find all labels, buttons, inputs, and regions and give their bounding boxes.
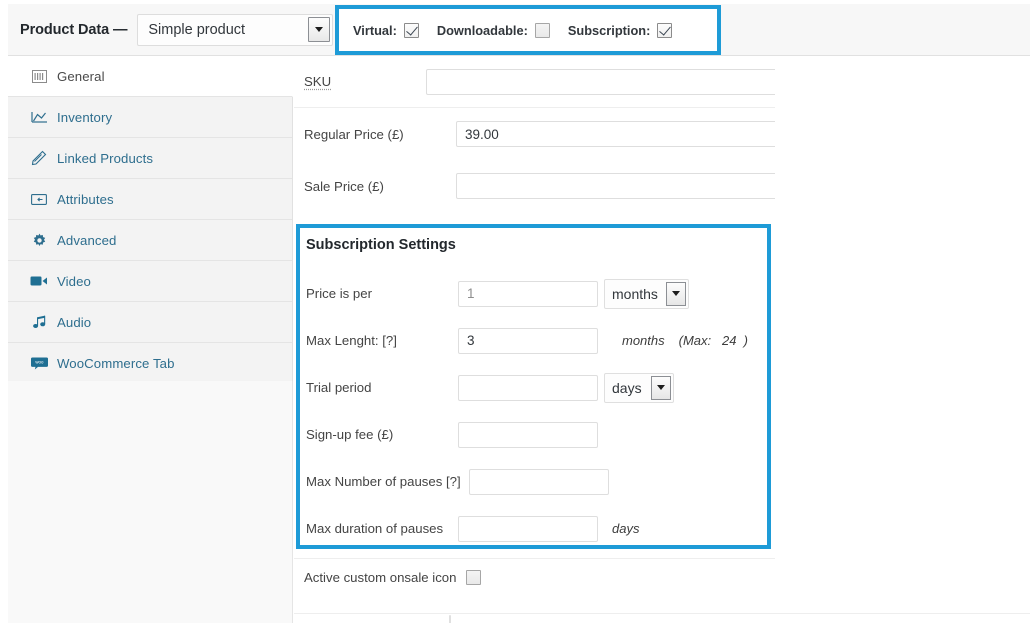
chevron-down-icon[interactable] — [665, 281, 686, 306]
svg-text:woo: woo — [35, 359, 44, 364]
sale-price-label: Sale Price (£) — [304, 178, 384, 194]
price-is-per-input[interactable] — [458, 280, 598, 307]
product-type-select[interactable]: Simple product — [137, 13, 334, 46]
music-note-icon — [30, 313, 48, 331]
sidebar-item-audio[interactable]: Audio — [8, 302, 292, 343]
sidebar-item-general-label: General — [57, 68, 105, 84]
product-type-select-value[interactable]: Simple product — [137, 13, 334, 46]
sidebar-item-video[interactable]: Video — [8, 261, 292, 302]
chevron-down-icon[interactable] — [308, 16, 331, 42]
max-length-row: Max Lenght: [?] months (Max: 24 ) — [300, 317, 767, 364]
page-title: Product Data — — [20, 21, 128, 38]
max-number-of-pauses-row: Max Number of pauses [?] — [300, 458, 767, 505]
price-is-per-unit-select[interactable]: months — [604, 278, 689, 309]
sidebar-item-advanced-label: Advanced — [57, 232, 117, 248]
sidebar-item-woocommerce-tab[interactable]: woo WooCommerce Tab — [8, 343, 292, 384]
sidebar-item-video-label: Video — [57, 273, 91, 289]
price-is-per-unit-value: months — [612, 285, 658, 302]
max-number-of-pauses-input[interactable] — [468, 468, 609, 495]
max-duration-of-pauses-input[interactable] — [458, 515, 598, 542]
trial-period-unit-select[interactable]: days — [604, 372, 674, 403]
max-length-max-note: (Max: 24 ) — [678, 333, 748, 348]
max-length-label: Max Lenght: [?] — [306, 333, 397, 348]
flag-subscription-label: Subscription: — [567, 22, 651, 38]
product-flags-highlight: Virtual: Downloadable: Subscription: — [335, 5, 721, 55]
max-duration-of-pauses-row: Max duration of pauses days — [300, 505, 767, 552]
signup-fee-label: Sign-up fee (£) — [306, 427, 394, 442]
price-is-per-row: Price is per months — [300, 270, 767, 317]
sidebar-filler — [8, 381, 293, 623]
trial-period-unit-value: days — [612, 379, 642, 396]
max-number-of-pauses-label: Max Number of pauses [?] — [306, 474, 461, 489]
product-data-panel: Product Data — Simple product Virtual: D… — [0, 0, 1030, 623]
bottom-divider — [294, 613, 1030, 614]
trial-period-label: Trial period — [306, 380, 372, 395]
active-custom-onsale-icon-checkbox[interactable] — [466, 570, 482, 585]
signup-fee-input[interactable] — [458, 421, 598, 448]
regular-price-label: Regular Price (£) — [304, 126, 404, 142]
sidebar-item-attributes[interactable]: Attributes — [8, 179, 292, 220]
active-custom-onsale-icon-label: Active custom onsale icon — [304, 570, 457, 585]
sidebar-item-advanced[interactable]: Advanced — [8, 220, 292, 261]
subscription-settings-highlight: Subscription Settings Price is per month… — [296, 224, 771, 549]
price-is-per-label: Price is per — [306, 286, 372, 301]
caret-shape — [315, 26, 324, 32]
sidebar-item-linked-products-label: Linked Products — [57, 150, 154, 166]
caret-shape — [671, 291, 680, 296]
sidebar-item-inventory-label: Inventory — [57, 109, 113, 125]
flag-virtual-label: Virtual: — [353, 22, 397, 38]
flag-subscription[interactable]: Subscription: — [567, 22, 673, 38]
signup-fee-row: Sign-up fee (£) — [300, 411, 767, 458]
virtual-checkbox[interactable] — [403, 22, 419, 38]
chevron-down-icon[interactable] — [651, 375, 671, 400]
trial-period-row: Trial period days — [300, 364, 767, 411]
right-whitespace — [775, 56, 1030, 623]
sidebar-item-inventory[interactable]: Inventory — [8, 97, 292, 138]
sidebar-item-general[interactable]: General — [8, 56, 293, 97]
caret-shape — [657, 385, 665, 390]
flag-virtual[interactable]: Virtual: — [353, 22, 419, 38]
subscription-settings-title: Subscription Settings — [306, 237, 456, 253]
chart-icon — [30, 108, 48, 126]
partial-checkbox[interactable] — [449, 615, 451, 623]
sidebar-item-audio-label: Audio — [57, 314, 92, 330]
sidebar-item-linked-products[interactable]: Linked Products — [8, 138, 292, 179]
cutoff-checkbox-partial[interactable] — [449, 615, 451, 623]
sidebar-item-attributes-label: Attributes — [57, 191, 114, 207]
barcode-icon — [30, 67, 48, 85]
max-duration-of-pauses-unit: days — [612, 521, 640, 536]
max-length-input[interactable] — [458, 327, 598, 354]
link-pencil-icon — [30, 149, 48, 167]
flag-downloadable-label: Downloadable: — [436, 22, 528, 38]
product-data-tabs: General Inventory Linked Products Attrib… — [8, 56, 293, 384]
active-custom-onsale-icon-row: Active custom onsale icon — [304, 570, 482, 585]
max-duration-of-pauses-label: Max duration of pauses — [306, 521, 444, 536]
sidebar-item-woocommerce-tab-label: WooCommerce Tab — [57, 355, 175, 371]
tag-icon — [30, 190, 48, 208]
gear-icon — [30, 231, 48, 249]
trial-period-input[interactable] — [458, 374, 598, 401]
downloadable-checkbox[interactable] — [534, 22, 550, 38]
woocommerce-logo-icon: woo — [30, 354, 48, 372]
video-camera-icon — [30, 272, 48, 290]
sku-label: SKU — [304, 74, 332, 89]
max-length-unit: months — [622, 333, 665, 348]
subscription-checkbox[interactable] — [657, 22, 673, 38]
flag-downloadable[interactable]: Downloadable: — [436, 22, 550, 38]
